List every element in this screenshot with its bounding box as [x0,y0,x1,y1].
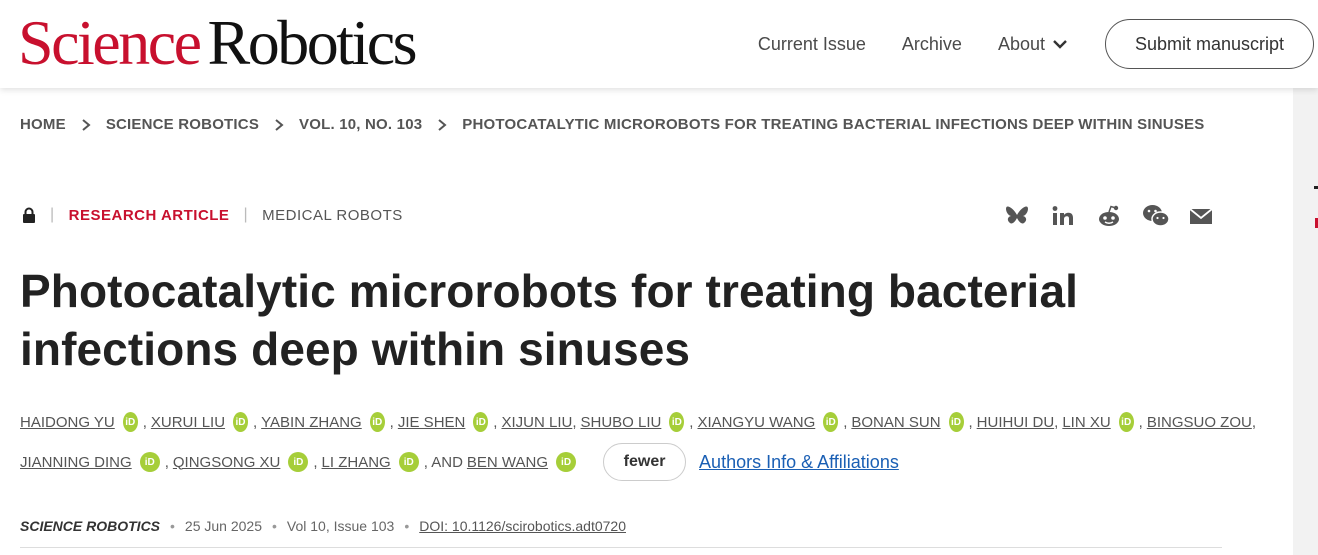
author-separator: , [142,413,147,431]
submit-manuscript-button[interactable]: Submit manuscript [1105,19,1314,69]
reddit-icon[interactable] [1096,203,1122,229]
orcid-icon[interactable]: iD [233,412,248,432]
author-name[interactable]: JIANNING DING [20,454,132,471]
article-title: Photocatalytic microrobots for treating … [20,265,1079,375]
divider: | [243,206,249,223]
email-icon[interactable] [1188,203,1214,229]
orcid-icon[interactable]: iD [669,412,685,432]
author-separator: , [1251,413,1256,431]
breadcrumb-home[interactable]: HOME [20,116,66,133]
journal-name[interactable]: SCIENCE ROBOTICS [20,518,160,534]
author-separator: , [843,413,848,431]
wechat-icon[interactable] [1142,203,1170,229]
issue-info[interactable]: Vol 10, Issue 103 [287,518,394,534]
chevron-right-icon [435,118,449,132]
author-name[interactable]: YABIN ZHANG [261,414,362,431]
author-name[interactable]: XIANGYU WANG [697,414,815,431]
breadcrumb-issue[interactable]: VOL. 10, NO. 103 [299,116,422,133]
site-logo[interactable]: Science Robotics [18,7,418,78]
orcid-icon[interactable]: iD [823,412,839,432]
breadcrumb-journal[interactable]: SCIENCE ROBOTICS [106,116,259,133]
publication-date: 25 Jun 2025 [184,518,262,534]
author-name[interactable]: QINGSONG XU [173,454,281,471]
chevron-right-icon [272,118,286,132]
author-row: HAIDONG YU iD , XURUI LIU iD , YABIN ZHA… [20,408,1260,436]
divider: | [50,206,55,223]
author-name[interactable]: BONAN SUN [851,414,940,431]
author-name[interactable]: LI ZHANG [322,454,391,471]
author-separator: , [689,413,694,431]
orcid-icon[interactable]: iD [369,412,385,432]
orcid-icon[interactable]: iD [556,452,577,472]
orcid-icon[interactable]: iD [122,412,138,432]
lock-icon [22,207,36,224]
author-separator: , [252,413,258,431]
author-name[interactable]: LIN XU [1062,414,1110,431]
author-separator: , [572,413,577,431]
author-separator: , [1138,413,1143,431]
author-separator: , AND [423,453,463,471]
article-subject[interactable]: MEDICAL ROBOTS [262,207,403,224]
author-name[interactable]: XIJUN LIU [501,414,572,431]
nav-about-label: About [997,33,1045,54]
author-separator: , [389,413,394,431]
author-name[interactable]: BINGSUO ZOU [1147,414,1252,431]
author-separator: , [968,413,973,431]
bluesky-icon[interactable] [1004,203,1030,229]
author-name[interactable]: SHUBO LIU [581,414,662,431]
chevron-down-icon [1051,35,1069,53]
nav-archive[interactable]: Archive [902,34,962,55]
main-nav: Current Issue Archive About Submit manus… [758,0,1318,88]
author-row: JIANNING DING iD , QINGSONG XU iD , LI Z… [20,443,1260,481]
edge-marker [1314,186,1318,189]
doi-link[interactable]: DOI: 10.1126/scirobotics.adt0720 [419,518,626,534]
divider-line [20,547,1222,548]
orcid-icon[interactable]: iD [473,412,489,432]
share-bar [1004,203,1214,229]
breadcrumb: HOME SCIENCE ROBOTICS VOL. 10, NO. 103 P… [20,116,1204,133]
author-name[interactable]: HAIDONG YU [20,414,115,431]
logo-robotics: Robotics [207,7,418,78]
author-separator: , [313,453,318,471]
separator-dot: • [404,518,410,534]
orcid-icon[interactable]: iD [398,452,419,472]
orcid-icon[interactable]: iD [139,452,160,472]
article-meta: | RESEARCH ARTICLE | MEDICAL ROBOTS [22,206,403,224]
breadcrumb-article: PHOTOCATALYTIC MICROROBOTS FOR TREATING … [462,116,1205,133]
linkedin-icon[interactable] [1050,203,1076,229]
fewer-authors-button[interactable]: fewer [603,443,687,481]
logo-science: Science [18,7,202,78]
author-separator: , [1054,413,1059,431]
author-name[interactable]: XURUI LIU [151,414,225,431]
nav-about[interactable]: About [998,34,1069,55]
site-header: Science Robotics Current Issue Archive A… [0,0,1318,88]
author-name[interactable]: BEN WANG [467,454,548,471]
separator-dot: • [170,518,175,534]
orcid-icon[interactable]: iD [1118,412,1134,432]
nav-current-issue[interactable]: Current Issue [758,34,866,55]
orcid-icon[interactable]: iD [288,452,309,472]
citation-line: SCIENCE ROBOTICS • 25 Jun 2025 • Vol 10,… [20,518,626,534]
author-separator: , [493,413,498,431]
author-name[interactable]: JIE SHEN [398,414,466,431]
author-name[interactable]: HUIHUI DU [977,414,1055,431]
author-separator: , [164,453,169,471]
separator-dot: • [272,518,277,534]
authors-info-link[interactable]: Authors Info & Affiliations [699,452,899,473]
author-list: HAIDONG YU iD , XURUI LIU iD , YABIN ZHA… [20,408,1260,488]
chevron-right-icon [79,118,93,132]
orcid-icon[interactable]: iD [948,412,964,432]
article-type: RESEARCH ARTICLE [68,206,230,224]
scroll-edge [1293,88,1318,555]
